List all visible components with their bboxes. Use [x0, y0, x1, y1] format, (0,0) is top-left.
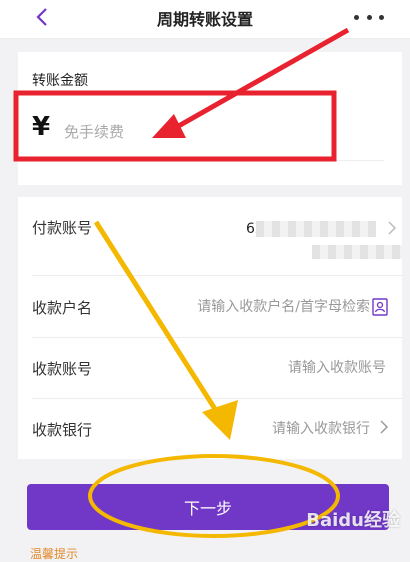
payee-account-input[interactable]	[164, 354, 388, 382]
payee-bank-input[interactable]	[148, 415, 372, 443]
payee-account-label: 收款账号	[32, 360, 93, 378]
next-step-button[interactable]: 下一步	[27, 484, 389, 530]
more-dots-icon	[354, 14, 359, 20]
chevron-right-icon	[380, 420, 388, 434]
payer-account-row[interactable]: 付款账号 62	[32, 197, 402, 276]
amount-section: 转账金额 ¥	[18, 52, 402, 185]
amount-label: 转账金额	[32, 73, 88, 89]
payee-bank-label: 收款银行	[32, 421, 93, 439]
page-title: 周期转账设置	[156, 10, 253, 29]
payer-account-label: 付款账号	[32, 219, 93, 237]
contact-book-icon[interactable]	[372, 298, 388, 316]
payee-account-row: 收款账号	[32, 338, 402, 399]
amount-input[interactable]	[62, 118, 326, 146]
payee-name-label: 收款户名	[32, 299, 93, 317]
payee-name-row: 收款户名	[32, 277, 402, 338]
navigation-bar: 周期转账设置	[0, 0, 410, 39]
transfer-form: 付款账号 62 收款户名 收款账号 收款银行	[18, 197, 402, 459]
chevron-right-icon	[388, 221, 396, 235]
payee-bank-row[interactable]: 收款银行	[32, 399, 402, 459]
masked-account-number	[256, 221, 376, 237]
hint-text: 温馨提示	[30, 547, 79, 561]
currency-symbol: ¥	[32, 112, 51, 142]
payee-name-input[interactable]	[148, 293, 372, 321]
more-button[interactable]	[354, 6, 384, 28]
masked-account-detail	[312, 245, 402, 259]
divider	[32, 160, 384, 161]
